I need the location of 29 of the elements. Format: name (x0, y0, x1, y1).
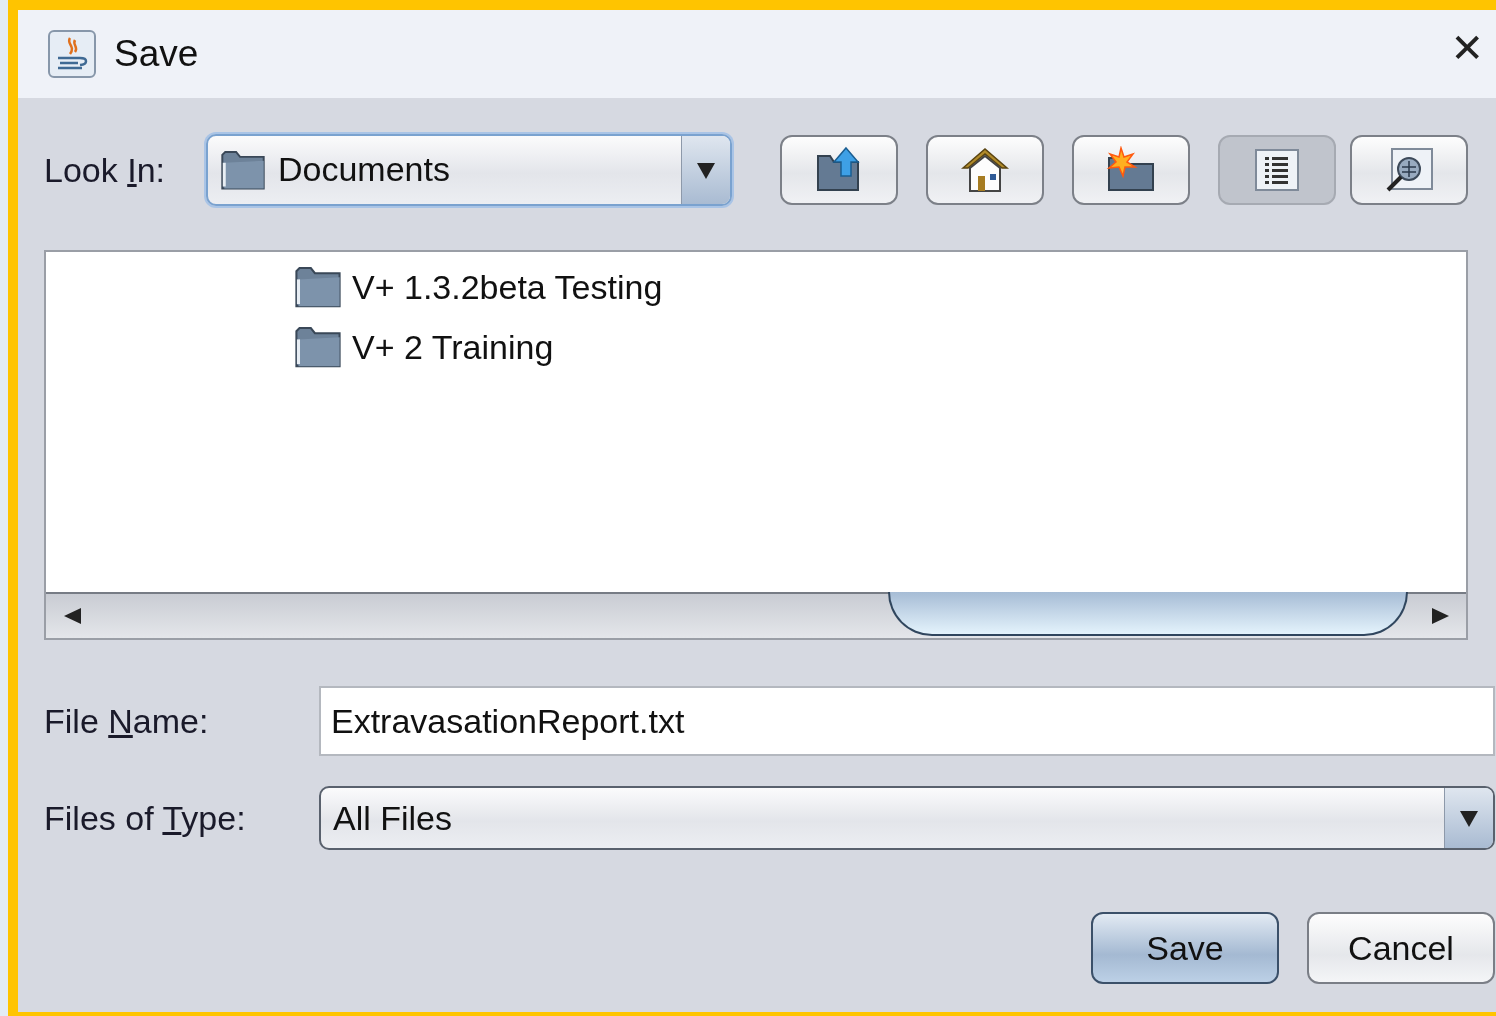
right-arrow-icon (1429, 605, 1451, 627)
dropdown-value: Documents (278, 150, 450, 190)
folder-icon (294, 265, 342, 309)
folder-item[interactable]: V+ 1.3.2beta Testing (294, 264, 1466, 310)
list-view-icon (1254, 148, 1300, 192)
java-cup-icon (48, 30, 96, 78)
look-in-label: Look In: (44, 150, 166, 190)
details-view-button[interactable] (1350, 135, 1468, 205)
look-in-dropdown[interactable]: Documents (206, 134, 732, 206)
save-button[interactable]: Save (1091, 912, 1279, 984)
home-icon (959, 146, 1011, 194)
details-view-icon (1384, 147, 1434, 193)
new-folder-icon (1105, 146, 1157, 194)
dropdown-value: All Files (333, 798, 453, 838)
cancel-button[interactable]: Cancel (1307, 912, 1495, 984)
file-name-field[interactable]: ExtravasationReport.txt (319, 686, 1495, 756)
window-title: Save (114, 33, 199, 75)
up-folder-button[interactable] (780, 135, 898, 205)
folder-icon (294, 325, 342, 369)
folder-icon (220, 149, 266, 191)
horizontal-scrollbar[interactable] (46, 592, 1466, 638)
list-view-button[interactable] (1218, 135, 1336, 205)
close-button[interactable]: ✕ (1444, 28, 1490, 68)
file-name-label: File Name: (44, 701, 210, 741)
folder-item[interactable]: V+ 2 Training (294, 324, 1466, 370)
file-type-label: Files of Type: (44, 798, 247, 838)
new-folder-button[interactable] (1072, 135, 1190, 205)
file-type-dropdown[interactable]: All Files (319, 786, 1495, 850)
home-button[interactable] (926, 135, 1044, 205)
